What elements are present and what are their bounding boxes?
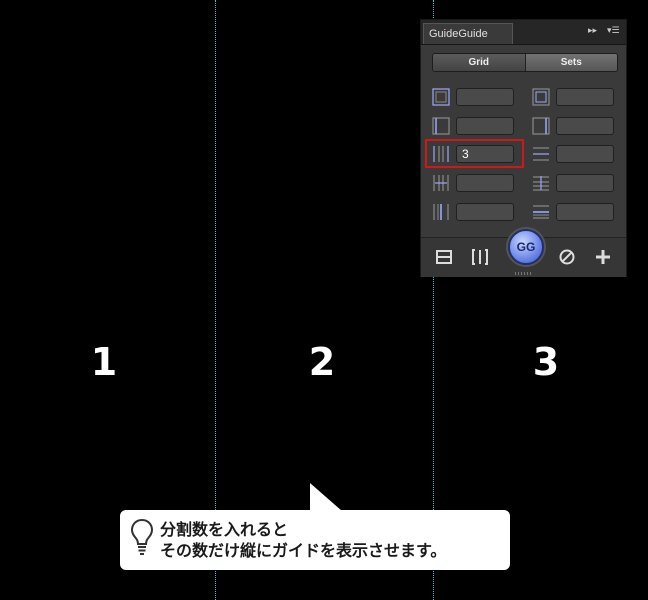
panel-tab[interactable]: GuideGuide: [423, 23, 513, 44]
grid-tab[interactable]: Grid: [433, 54, 525, 71]
mode-segmented-control: Grid Sets: [432, 53, 618, 72]
margin-bottom-field[interactable]: [556, 117, 614, 135]
add-guide-icon[interactable]: [594, 248, 612, 266]
horizontal-guides-icon[interactable]: [435, 248, 453, 266]
margin-left-icon: [432, 88, 450, 106]
panel-header: GuideGuide ▸▸ ▾☰: [421, 20, 626, 45]
lightbulb-icon: [130, 518, 154, 555]
row-count-field[interactable]: [556, 145, 614, 163]
tip-callout: 分割数を入れると その数だけ縦にガイドを表示させます。: [120, 510, 510, 570]
column-count-field[interactable]: 3: [456, 145, 514, 163]
resize-grip-icon[interactable]: [515, 272, 533, 275]
margin-right-field[interactable]: [556, 88, 614, 106]
column-label-1: 1: [90, 340, 118, 384]
collapse-icon[interactable]: ▸▸: [588, 25, 597, 37]
column-label-3: 3: [532, 340, 560, 384]
margin-top-field[interactable]: [456, 117, 514, 135]
columns-icon: [433, 146, 449, 162]
margin-bottom-icon: [532, 117, 550, 135]
vertical-guides-icon[interactable]: [471, 248, 489, 266]
row-gutter-field[interactable]: [556, 174, 614, 192]
margin-right-icon: [532, 88, 550, 106]
clear-guides-icon[interactable]: [558, 248, 576, 266]
rows-icon: [533, 147, 549, 161]
column-midpoint-icon: [433, 204, 449, 220]
callout-text: 分割数を入れると その数だけ縦にガイドを表示させます。: [160, 519, 446, 561]
panel-menu-icon[interactable]: ▾☰: [607, 25, 620, 37]
row-gutter-icon: [533, 176, 549, 191]
row-midpoint-icon: [533, 205, 549, 219]
column-gutter-field[interactable]: [456, 174, 514, 192]
callout-pointer: [310, 483, 342, 511]
sets-tab[interactable]: Sets: [524, 54, 617, 71]
column-label-2: 2: [308, 340, 336, 384]
callout-line-2: その数だけ縦にガイドを表示させます。: [160, 541, 447, 560]
guideguide-panel: GuideGuide ▸▸ ▾☰ Grid Sets 3 GG: [420, 19, 627, 277]
margin-top-icon: [432, 117, 450, 135]
column-gutter-icon: [433, 175, 449, 191]
make-grid-button[interactable]: GG: [508, 229, 544, 265]
column-midpoint-field[interactable]: [456, 203, 514, 221]
margin-left-field[interactable]: [456, 88, 514, 106]
callout-line-1: 分割数を入れると: [160, 520, 289, 539]
row-midpoint-field[interactable]: [556, 203, 614, 221]
